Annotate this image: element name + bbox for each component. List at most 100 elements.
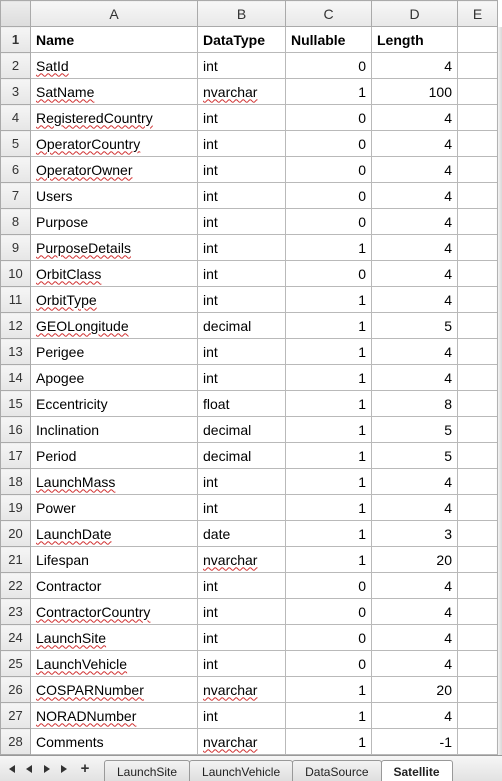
- cell[interactable]: int: [198, 131, 286, 157]
- cell[interactable]: -1: [372, 729, 458, 755]
- cell[interactable]: 4: [372, 339, 458, 365]
- cell[interactable]: [458, 183, 498, 209]
- cell[interactable]: 4: [372, 261, 458, 287]
- cell[interactable]: [458, 339, 498, 365]
- cell[interactable]: 4: [372, 625, 458, 651]
- cell[interactable]: decimal: [198, 313, 286, 339]
- table-row[interactable]: 21Lifespannvarchar120: [1, 547, 498, 573]
- cell[interactable]: 0: [286, 183, 372, 209]
- cell[interactable]: [458, 313, 498, 339]
- table-row[interactable]: 3SatNamenvarchar1100: [1, 79, 498, 105]
- spreadsheet-grid[interactable]: A B C D E 1 Name DataType Nullable Lengt…: [0, 0, 498, 755]
- cell[interactable]: 4: [372, 495, 458, 521]
- cell[interactable]: 1: [286, 79, 372, 105]
- cell[interactable]: int: [198, 105, 286, 131]
- row-header[interactable]: 4: [1, 105, 31, 131]
- cell[interactable]: SatId: [31, 53, 198, 79]
- cell[interactable]: 1: [286, 287, 372, 313]
- cell[interactable]: 5: [372, 443, 458, 469]
- cell[interactable]: nvarchar: [198, 79, 286, 105]
- table-row[interactable]: 5OperatorCountryint04: [1, 131, 498, 157]
- cell[interactable]: SatName: [31, 79, 198, 105]
- table-row[interactable]: 27NORADNumberint14: [1, 703, 498, 729]
- table-row[interactable]: 2SatIdint04: [1, 53, 498, 79]
- cell[interactable]: 1: [286, 469, 372, 495]
- cell[interactable]: 1: [286, 313, 372, 339]
- row-header[interactable]: 17: [1, 443, 31, 469]
- cell[interactable]: 1: [286, 365, 372, 391]
- cell[interactable]: int: [198, 209, 286, 235]
- cell[interactable]: nvarchar: [198, 547, 286, 573]
- table-row[interactable]: 18LaunchMassint14: [1, 469, 498, 495]
- table-row[interactable]: 7Usersint04: [1, 183, 498, 209]
- row-header[interactable]: 16: [1, 417, 31, 443]
- cell[interactable]: GEOLongitude: [31, 313, 198, 339]
- cell[interactable]: Comments: [31, 729, 198, 755]
- cell[interactable]: decimal: [198, 417, 286, 443]
- row-header[interactable]: 11: [1, 287, 31, 313]
- cell[interactable]: OperatorOwner: [31, 157, 198, 183]
- cell[interactable]: Purpose: [31, 209, 198, 235]
- table-row[interactable]: 28Commentsnvarchar1-1: [1, 729, 498, 755]
- cell[interactable]: [458, 651, 498, 677]
- cell[interactable]: 4: [372, 599, 458, 625]
- cell[interactable]: 0: [286, 105, 372, 131]
- row-header[interactable]: 8: [1, 209, 31, 235]
- add-sheet-button[interactable]: +: [74, 759, 96, 779]
- cell[interactable]: 1: [286, 339, 372, 365]
- row-header[interactable]: 3: [1, 79, 31, 105]
- cell[interactable]: 1: [286, 703, 372, 729]
- cell[interactable]: LaunchSite: [31, 625, 198, 651]
- cell[interactable]: Eccentricity: [31, 391, 198, 417]
- table-row[interactable]: 20LaunchDatedate13: [1, 521, 498, 547]
- next-sheet-icon[interactable]: [38, 759, 56, 779]
- cell[interactable]: 5: [372, 313, 458, 339]
- cell[interactable]: [458, 27, 498, 53]
- cell[interactable]: [458, 417, 498, 443]
- sheet-tab[interactable]: Satellite: [381, 760, 453, 781]
- cell[interactable]: 0: [286, 625, 372, 651]
- table-row[interactable]: 12GEOLongitudedecimal15: [1, 313, 498, 339]
- cell[interactable]: [458, 573, 498, 599]
- row-header[interactable]: 6: [1, 157, 31, 183]
- row-header[interactable]: 22: [1, 573, 31, 599]
- row-header[interactable]: 19: [1, 495, 31, 521]
- select-all-corner[interactable]: [1, 1, 31, 27]
- table-row[interactable]: 11OrbitTypeint14: [1, 287, 498, 313]
- row-header[interactable]: 26: [1, 677, 31, 703]
- last-sheet-icon[interactable]: [56, 759, 74, 779]
- table-row[interactable]: 25LaunchVehicleint04: [1, 651, 498, 677]
- sheet-tab[interactable]: DataSource: [292, 760, 381, 781]
- cell[interactable]: 0: [286, 573, 372, 599]
- prev-sheet-icon[interactable]: [20, 759, 38, 779]
- cell[interactable]: [458, 79, 498, 105]
- table-row[interactable]: 26COSPARNumbernvarchar120: [1, 677, 498, 703]
- col-header-D[interactable]: D: [372, 1, 458, 27]
- cell[interactable]: 100: [372, 79, 458, 105]
- cell[interactable]: [458, 469, 498, 495]
- cell[interactable]: 0: [286, 131, 372, 157]
- cell[interactable]: int: [198, 339, 286, 365]
- cell[interactable]: 0: [286, 157, 372, 183]
- cell[interactable]: [458, 105, 498, 131]
- cell[interactable]: 4: [372, 183, 458, 209]
- cell[interactable]: int: [198, 261, 286, 287]
- cell[interactable]: LaunchDate: [31, 521, 198, 547]
- cell[interactable]: decimal: [198, 443, 286, 469]
- cell[interactable]: 20: [372, 547, 458, 573]
- cell[interactable]: 1: [286, 729, 372, 755]
- cell[interactable]: 4: [372, 131, 458, 157]
- table-row[interactable]: 24LaunchSiteint04: [1, 625, 498, 651]
- row-header[interactable]: 12: [1, 313, 31, 339]
- col-header-A[interactable]: A: [31, 1, 198, 27]
- cell[interactable]: Inclination: [31, 417, 198, 443]
- table-row[interactable]: 10OrbitClassint04: [1, 261, 498, 287]
- col-header-C[interactable]: C: [286, 1, 372, 27]
- cell[interactable]: LaunchMass: [31, 469, 198, 495]
- table-row[interactable]: 14Apogeeint14: [1, 365, 498, 391]
- cell[interactable]: PurposeDetails: [31, 235, 198, 261]
- cell[interactable]: 1: [286, 521, 372, 547]
- row-header[interactable]: 15: [1, 391, 31, 417]
- cell[interactable]: Users: [31, 183, 198, 209]
- cell[interactable]: int: [198, 53, 286, 79]
